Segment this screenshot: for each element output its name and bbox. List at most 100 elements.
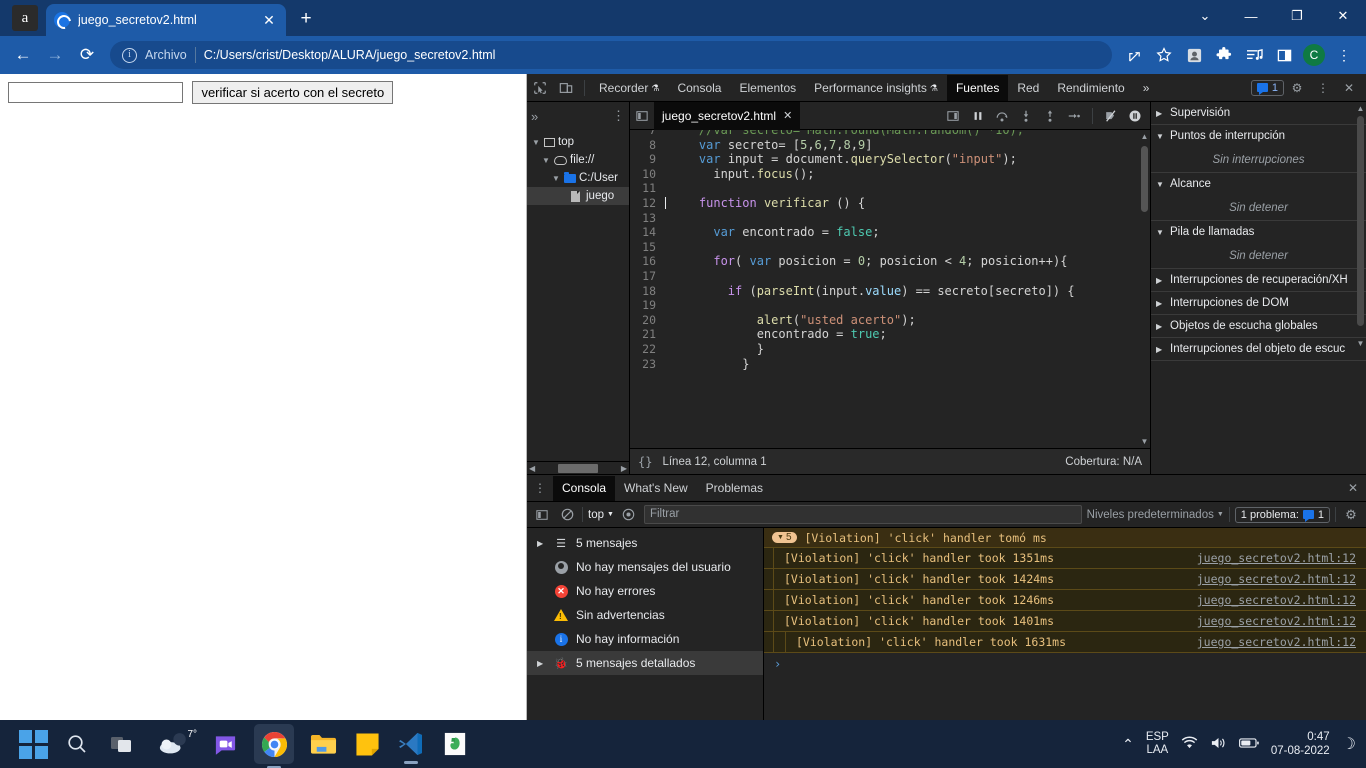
address-bar[interactable]: i Archivo C:/Users/crist/Desktop/ALURA/j…: [110, 41, 1112, 69]
tab-fuentes[interactable]: Fuentes: [946, 74, 1009, 101]
forward-icon[interactable]: →: [40, 40, 70, 70]
console-sidebar-item[interactable]: No hay mensajes del usuario: [527, 555, 763, 579]
maximize-icon[interactable]: ❐: [1274, 0, 1320, 32]
chevron-right-icon[interactable]: ▶: [537, 659, 546, 668]
console-sidebar-item[interactable]: ▶ ☰ 5 mensajes: [527, 531, 763, 555]
close-drawer-icon[interactable]: ✕: [1340, 475, 1366, 501]
context-selector[interactable]: top ▼: [588, 509, 614, 521]
close-icon[interactable]: ✕: [260, 11, 278, 29]
console-message[interactable]: [Violation] 'click' handler took 1424ms j…: [764, 569, 1366, 590]
console-message-source[interactable]: juego_secretov2.html:12: [1197, 635, 1366, 649]
step-over-icon[interactable]: [991, 105, 1013, 127]
chrome-button[interactable]: [254, 724, 294, 768]
console-prompt[interactable]: ›: [764, 653, 1366, 674]
tree-node-top[interactable]: ▼ top: [527, 133, 629, 151]
back-icon[interactable]: ←: [8, 40, 38, 70]
tree-node-file-protocol[interactable]: ▼ file://: [527, 151, 629, 169]
chevron-down-icon[interactable]: ▼: [1156, 180, 1165, 189]
console-sidebar-item[interactable]: i No hay información: [527, 627, 763, 651]
devtools-menu-icon[interactable]: ⋮: [1310, 75, 1336, 101]
tab-elementos[interactable]: Elementos: [730, 75, 805, 101]
debugger-section-header[interactable]: ▶ Objetos de escucha globales: [1151, 315, 1366, 337]
code-line[interactable]: 9 var input = document.querySelector("in…: [630, 152, 1139, 167]
debugger-section-header[interactable]: ▼ Pila de llamadas: [1151, 221, 1366, 243]
navigator-hscrollbar[interactable]: ◀ ▶: [527, 461, 629, 474]
code-line[interactable]: 14 var encontrado = false;: [630, 225, 1139, 240]
scroll-left-icon[interactable]: ◀: [529, 464, 535, 473]
search-button[interactable]: [62, 729, 92, 759]
scroll-up-icon[interactable]: ▲: [1356, 104, 1365, 113]
extensions-puzzle-icon[interactable]: [1210, 41, 1238, 69]
cursor-inspect-icon[interactable]: [527, 75, 553, 101]
chevron-right-icon[interactable]: ▶: [1156, 276, 1165, 285]
drawer-tab-consola[interactable]: Consola: [553, 475, 616, 501]
live-expression-eye-icon[interactable]: [619, 505, 639, 525]
close-window-icon[interactable]: ✕: [1320, 0, 1366, 32]
issues-badge[interactable]: 1: [1250, 79, 1284, 96]
file-explorer-button[interactable]: [308, 729, 338, 759]
sidebar-toggle-icon[interactable]: [532, 505, 552, 525]
more-panels-icon[interactable]: »: [531, 109, 538, 124]
pause-icon[interactable]: [967, 105, 989, 127]
code-line[interactable]: 18 if (parseInt(input.value) == secreto[…: [630, 284, 1139, 299]
vscode-button[interactable]: [396, 729, 426, 764]
step-out-icon[interactable]: [1039, 105, 1061, 127]
scroll-down-icon[interactable]: ▼: [1141, 437, 1149, 446]
step-icon[interactable]: [1063, 105, 1085, 127]
debugger-section-header[interactable]: ▶ Interrupciones de DOM: [1151, 292, 1366, 314]
gear-icon[interactable]: ⚙: [1284, 75, 1310, 101]
more-tabs-icon[interactable]: »: [1134, 75, 1159, 101]
drawer-tab-problemas[interactable]: Problemas: [697, 476, 772, 501]
chevron-right-icon[interactable]: ▶: [1156, 299, 1165, 308]
code-line[interactable]: 19: [630, 298, 1139, 313]
minimize-icon[interactable]: —: [1228, 0, 1274, 32]
clear-console-icon[interactable]: [557, 505, 577, 525]
profile-chip[interactable]: a: [12, 5, 38, 31]
tab-rendimiento[interactable]: Rendimiento: [1048, 75, 1133, 101]
code-line[interactable]: 20 alert("usted acerto");: [630, 313, 1139, 328]
tab-performance-insights[interactable]: Performance insights ⚗: [805, 75, 947, 101]
chevron-up-icon[interactable]: ⌃: [1122, 736, 1134, 753]
reload-icon[interactable]: ⟳: [72, 40, 102, 70]
chevron-right-icon[interactable]: ▶: [537, 539, 546, 548]
chevron-right-icon[interactable]: ▶: [1156, 109, 1165, 118]
debugger-section-header[interactable]: ▶ Interrupciones de recuperación/XH: [1151, 269, 1366, 291]
pause-on-exceptions-icon[interactable]: [1124, 105, 1146, 127]
navigator-menu-icon[interactable]: ⋮: [612, 108, 625, 124]
close-devtools-icon[interactable]: ✕: [1336, 75, 1362, 101]
scroll-thumb[interactable]: [558, 463, 598, 473]
tree-node-folder[interactable]: ▼ C:/User: [527, 169, 629, 187]
scroll-thumb[interactable]: [1141, 146, 1148, 212]
code-line[interactable]: 23 }: [630, 357, 1139, 372]
chevron-down-icon[interactable]: ▼: [541, 156, 551, 165]
tab-recorder[interactable]: Recorder ⚗: [590, 75, 668, 101]
clock[interactable]: 0:47 07-08-2022: [1271, 730, 1330, 758]
code-line[interactable]: 7 //var secreto= Math.round(Math.random(…: [630, 130, 1139, 138]
collapse-navigator-icon[interactable]: [630, 104, 654, 128]
secret-number-input[interactable]: [8, 82, 183, 103]
code-line[interactable]: 21 encontrado = true;: [630, 327, 1139, 342]
browser-menu-icon[interactable]: ⋮: [1330, 41, 1358, 69]
console-filter-input[interactable]: Filtrar: [643, 505, 1082, 524]
volume-icon[interactable]: [1210, 736, 1227, 753]
debugger-vscrollbar[interactable]: ▲ ▼: [1356, 104, 1365, 348]
code-line[interactable]: 10 input.focus();: [630, 167, 1139, 182]
tree-node-file[interactable]: juego: [527, 187, 629, 205]
chevron-right-icon[interactable]: ▶: [1156, 322, 1165, 331]
deactivate-breakpoints-icon[interactable]: [1100, 105, 1122, 127]
code-editor[interactable]: 7 //var secreto= Math.round(Math.random(…: [630, 130, 1150, 448]
code-line[interactable]: 13: [630, 211, 1139, 226]
console-sidebar-item[interactable]: ✕ No hay errores: [527, 579, 763, 603]
reading-list-icon[interactable]: [1180, 41, 1208, 69]
code-line[interactable]: 16 for( var posicion = 0; posicion < 4; …: [630, 254, 1139, 269]
console-message[interactable]: [Violation] 'click' handler took 1351ms j…: [764, 548, 1366, 569]
chevron-down-icon[interactable]: ▼: [551, 174, 561, 183]
code-line[interactable]: 12 function verificar () {: [630, 196, 1139, 211]
console-sidebar-item[interactable]: Sin advertencias: [527, 603, 763, 627]
verify-button[interactable]: verificar si acerto con el secreto: [192, 81, 394, 104]
chevron-down-icon[interactable]: ▼: [531, 138, 541, 147]
code-content[interactable]: 7 //var secreto= Math.round(Math.random(…: [630, 130, 1139, 448]
chevron-down-icon[interactable]: ⌄: [1182, 0, 1228, 32]
console-sidebar-item[interactable]: ▶ 🐞 5 mensajes detallados: [527, 651, 763, 675]
pretty-print-icon[interactable]: {}: [638, 455, 652, 469]
